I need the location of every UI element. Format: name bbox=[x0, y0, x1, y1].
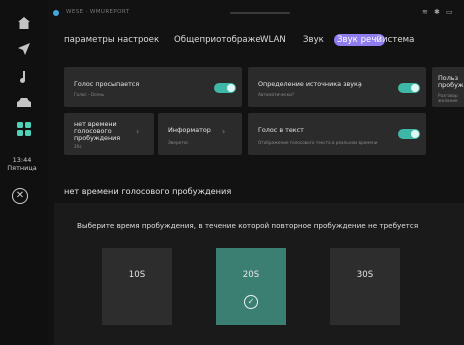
card-user-wake-title: Польз пробуж bbox=[438, 74, 464, 89]
card-informer-title: Информатор bbox=[168, 126, 211, 134]
clock-day: Пятница bbox=[7, 164, 37, 172]
card-voice-to-text-title: Голос в текст bbox=[258, 126, 304, 134]
card-no-wake-time-title: нет времени голосового пробуждения bbox=[74, 120, 121, 142]
bluetooth-icon: ✱ bbox=[434, 8, 440, 16]
screen: 13:44 Пятница ✕ WESE · WMUREPORT ≋ ✱ ▭ п… bbox=[0, 0, 464, 345]
tab-system[interactable]: Система bbox=[376, 34, 414, 46]
wifi-icon: ≋ bbox=[422, 8, 428, 16]
card-sound-source[interactable]: Определение источника звука › Автоматиче… bbox=[248, 67, 426, 107]
clock-time: 13:44 bbox=[12, 156, 32, 164]
clock: 13:44 Пятница bbox=[2, 156, 42, 172]
card-voice-wake[interactable]: Голос просыпается Голос · Осень bbox=[64, 67, 242, 107]
option-10s-label: 10S bbox=[128, 270, 146, 280]
voice-wake-toggle[interactable] bbox=[214, 83, 236, 93]
music-icon[interactable] bbox=[14, 68, 34, 86]
tab-wlan[interactable]: WLAN bbox=[260, 34, 286, 46]
settings-tabs: параметры настроек Общеприотображе WLAN … bbox=[64, 34, 464, 48]
card-voice-to-text-sub: Отображение голосового текста в реальном… bbox=[258, 140, 378, 145]
card-voice-to-text[interactable]: Голос в текст Отображение голосового тек… bbox=[248, 113, 426, 155]
chevron-right-icon: › bbox=[136, 127, 140, 136]
sidebar: 13:44 Пятница ✕ bbox=[0, 0, 48, 345]
status-app-title: WESE · WMUREPORT bbox=[66, 9, 130, 15]
drag-handle[interactable] bbox=[230, 12, 290, 14]
card-user-wake-partial[interactable]: Польз пробуж Разговор желание bbox=[432, 67, 464, 107]
apps-icon[interactable] bbox=[14, 120, 34, 138]
card-voice-wake-title: Голос просыпается bbox=[74, 80, 140, 88]
tab-settings[interactable]: параметры настроек bbox=[64, 34, 159, 46]
navigation-icon[interactable] bbox=[14, 40, 34, 58]
card-no-wake-time[interactable]: нет времени голосового пробуждения › 20s bbox=[64, 113, 154, 155]
voice-to-text-toggle[interactable] bbox=[398, 129, 420, 139]
chevron-right-icon: › bbox=[358, 82, 362, 91]
card-no-wake-time-sub: 20s bbox=[74, 144, 82, 149]
card-voice-wake-sub: Голос · Осень bbox=[74, 92, 105, 97]
battery-icon: ▭ bbox=[446, 8, 453, 16]
status-bar: WESE · WMUREPORT ≋ ✱ ▭ bbox=[52, 8, 458, 20]
status-dot-icon bbox=[53, 10, 59, 16]
popup-heading: нет времени голосового пробуждения bbox=[64, 186, 232, 196]
popup-title: Выберите время пробуждения, в течение ко… bbox=[77, 221, 419, 230]
option-10s[interactable]: 10S bbox=[102, 248, 172, 325]
card-sound-source-sub: Автоматически? bbox=[258, 92, 295, 97]
option-20s-label: 20S bbox=[242, 270, 260, 280]
card-informer[interactable]: Информатор › Эверетос bbox=[158, 113, 242, 155]
option-30s-label: 30S bbox=[356, 270, 374, 280]
sound-source-toggle[interactable] bbox=[398, 83, 420, 93]
chevron-right-icon: › bbox=[222, 127, 226, 136]
tab-display[interactable]: Общеприотображе bbox=[174, 34, 261, 46]
option-30s[interactable]: 30S bbox=[330, 248, 400, 325]
card-informer-sub: Эверетос bbox=[168, 140, 189, 145]
close-icon[interactable]: ✕ bbox=[12, 188, 28, 204]
home-icon[interactable] bbox=[14, 14, 34, 32]
option-20s[interactable]: 20S ✓ bbox=[216, 248, 286, 325]
card-user-wake-sub: Разговор желание bbox=[438, 93, 458, 103]
car-icon[interactable] bbox=[14, 94, 34, 112]
tab-sound[interactable]: Звук bbox=[303, 34, 324, 46]
card-sound-source-title: Определение источника звука bbox=[258, 80, 362, 88]
check-icon: ✓ bbox=[244, 295, 258, 309]
